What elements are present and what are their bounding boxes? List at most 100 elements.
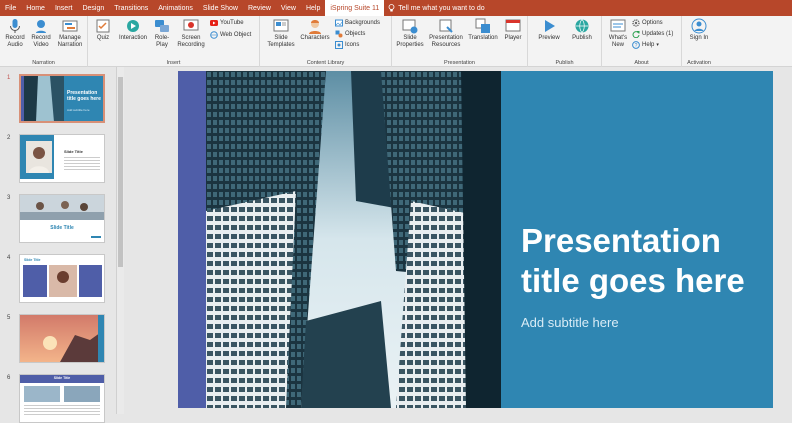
- slide-properties-button[interactable]: Slide Properties: [394, 18, 426, 49]
- scrollbar-thumb[interactable]: [118, 77, 123, 267]
- thumbnail-photo: [24, 76, 64, 121]
- player-button[interactable]: Player: [500, 18, 526, 42]
- group-publish: Preview Publish Publish: [528, 16, 602, 67]
- manage-narration-button[interactable]: Manage Narration: [54, 18, 86, 49]
- group-narration: Record Audio Record Video Manage Narrati…: [0, 16, 88, 67]
- translation-button[interactable]: Translation: [466, 18, 500, 42]
- slide-thumbnail-5[interactable]: [19, 314, 105, 363]
- play-icon: [545, 20, 555, 32]
- thumbnail-title: Slide Title: [24, 258, 41, 262]
- quiz-icon: [96, 19, 110, 33]
- icons-button[interactable]: Icons: [335, 41, 359, 49]
- youtube-icon: [210, 20, 218, 26]
- icons-icon: [335, 41, 343, 49]
- menu-ispring-suite[interactable]: iSpring Suite 11: [325, 0, 385, 16]
- menu-view[interactable]: View: [276, 0, 301, 16]
- menu-slide-show[interactable]: Slide Show: [198, 0, 243, 16]
- group-about: What's New Options Updates (1) ? Help ▾ …: [602, 16, 682, 67]
- backgrounds-icon: [335, 19, 343, 27]
- group-content-library: Slide Templates Characters Backgrounds O…: [260, 16, 392, 67]
- thumbnail-card-left: [23, 265, 47, 297]
- record-audio-button[interactable]: Record Audio: [2, 18, 28, 49]
- youtube-button[interactable]: YouTube: [210, 19, 244, 27]
- options-button[interactable]: Options: [632, 19, 663, 27]
- presentation-resources-button[interactable]: Presentation Resources: [426, 18, 466, 49]
- slide-thumbnail-3[interactable]: Slide Title: [19, 194, 105, 243]
- slide-thumbnail-4[interactable]: Slide Title: [19, 254, 105, 303]
- thumbnail-image: [24, 386, 60, 402]
- sign-in-button[interactable]: Sign In: [686, 18, 712, 42]
- interaction-button[interactable]: Interaction: [116, 18, 150, 42]
- svg-text:?: ?: [635, 43, 638, 49]
- thumbnail-card-right: [79, 265, 102, 297]
- slide-editing-canvas: Presentation title goes here Add subtitl…: [124, 67, 792, 414]
- thumbnail-number: 3: [7, 195, 11, 201]
- menu-file[interactable]: File: [0, 0, 21, 16]
- slide-templates-button[interactable]: Slide Templates: [264, 18, 298, 49]
- menu-insert[interactable]: Insert: [50, 0, 78, 16]
- whats-new-icon: [610, 19, 626, 32]
- resources-icon: [439, 19, 453, 33]
- whats-new-button[interactable]: What's New: [605, 18, 631, 49]
- slide-thumbnail-6[interactable]: Slide Title: [19, 374, 105, 423]
- menu-transitions[interactable]: Transitions: [109, 0, 153, 16]
- updates-button[interactable]: Updates (1): [632, 30, 673, 38]
- record-video-button[interactable]: Record Video: [28, 18, 54, 49]
- thumbnail-number: 1: [7, 75, 11, 81]
- menu-animations[interactable]: Animations: [153, 0, 198, 16]
- slide-thumbnail-pane: 1 Presentation title goes here Add subti…: [0, 67, 116, 423]
- menu-help[interactable]: Help: [301, 0, 325, 16]
- slide-templates-icon: [273, 19, 289, 32]
- menu-design[interactable]: Design: [77, 0, 109, 16]
- web-object-button[interactable]: Web Object: [210, 31, 251, 39]
- slide-photo[interactable]: [206, 71, 501, 408]
- thumbnail-scrollbar[interactable]: [116, 67, 124, 414]
- objects-button[interactable]: Objects: [335, 30, 365, 38]
- lightbulb-icon: [388, 4, 395, 12]
- quiz-button[interactable]: Quiz: [92, 18, 114, 42]
- current-slide[interactable]: Presentation title goes here Add subtitl…: [178, 71, 773, 408]
- role-play-button[interactable]: Role-Play: [150, 18, 174, 49]
- ribbon: Record Audio Record Video Manage Narrati…: [0, 16, 792, 67]
- thumbnail-number: 5: [7, 315, 11, 321]
- preview-button[interactable]: Preview: [534, 18, 564, 42]
- thumbnail-image: [64, 386, 100, 402]
- menu-review[interactable]: Review: [243, 0, 276, 16]
- timeline-icon: [62, 20, 78, 32]
- player-icon: [505, 19, 521, 32]
- help-button[interactable]: ? Help ▾: [632, 41, 659, 49]
- help-icon: ?: [632, 41, 640, 49]
- thumbnail-bar: [91, 236, 101, 238]
- tell-me-box[interactable]: Tell me what you want to do: [388, 4, 485, 12]
- thumbnail-photo: [49, 265, 77, 297]
- menu-home[interactable]: Home: [21, 0, 50, 16]
- backgrounds-button[interactable]: Backgrounds: [335, 19, 380, 27]
- screen-recording-button[interactable]: Screen Recording: [174, 18, 208, 49]
- thumbnail-photo: [20, 195, 104, 220]
- microphone-icon: [10, 19, 20, 33]
- slide-thumbnail-2[interactable]: Slide Title: [19, 134, 105, 183]
- characters-button[interactable]: Characters: [298, 18, 332, 42]
- thumbnail-number: 2: [7, 135, 11, 141]
- video-camera-icon: [36, 20, 46, 33]
- group-label-about: About: [634, 60, 649, 66]
- slide-left-strip: [178, 71, 206, 408]
- slide-properties-icon: [402, 19, 418, 34]
- interaction-icon: [127, 20, 139, 32]
- thumbnail-title: Presentation title goes here: [67, 90, 101, 102]
- refresh-icon: [632, 31, 640, 38]
- thumbnail-subtitle: Add subtitle here: [67, 108, 90, 112]
- chat-bubbles-icon: [155, 20, 169, 32]
- screen-record-icon: [183, 19, 199, 31]
- thumbnail-number: 4: [7, 255, 11, 261]
- slide-title[interactable]: Presentation title goes here: [521, 221, 761, 301]
- character-icon: [309, 20, 321, 34]
- publish-button[interactable]: Publish: [566, 18, 598, 42]
- slide-subtitle[interactable]: Add subtitle here: [521, 315, 619, 330]
- thumbnail-title: Slide Title: [53, 376, 71, 380]
- slide-thumbnail-1[interactable]: Presentation title goes here Add subtitl…: [19, 74, 105, 123]
- thumbnail-title: Slide Title: [50, 225, 74, 231]
- group-activation: Sign In Activation: [682, 16, 716, 67]
- thumbnail-number: 6: [7, 375, 11, 381]
- group-label-publish: Publish: [555, 60, 574, 66]
